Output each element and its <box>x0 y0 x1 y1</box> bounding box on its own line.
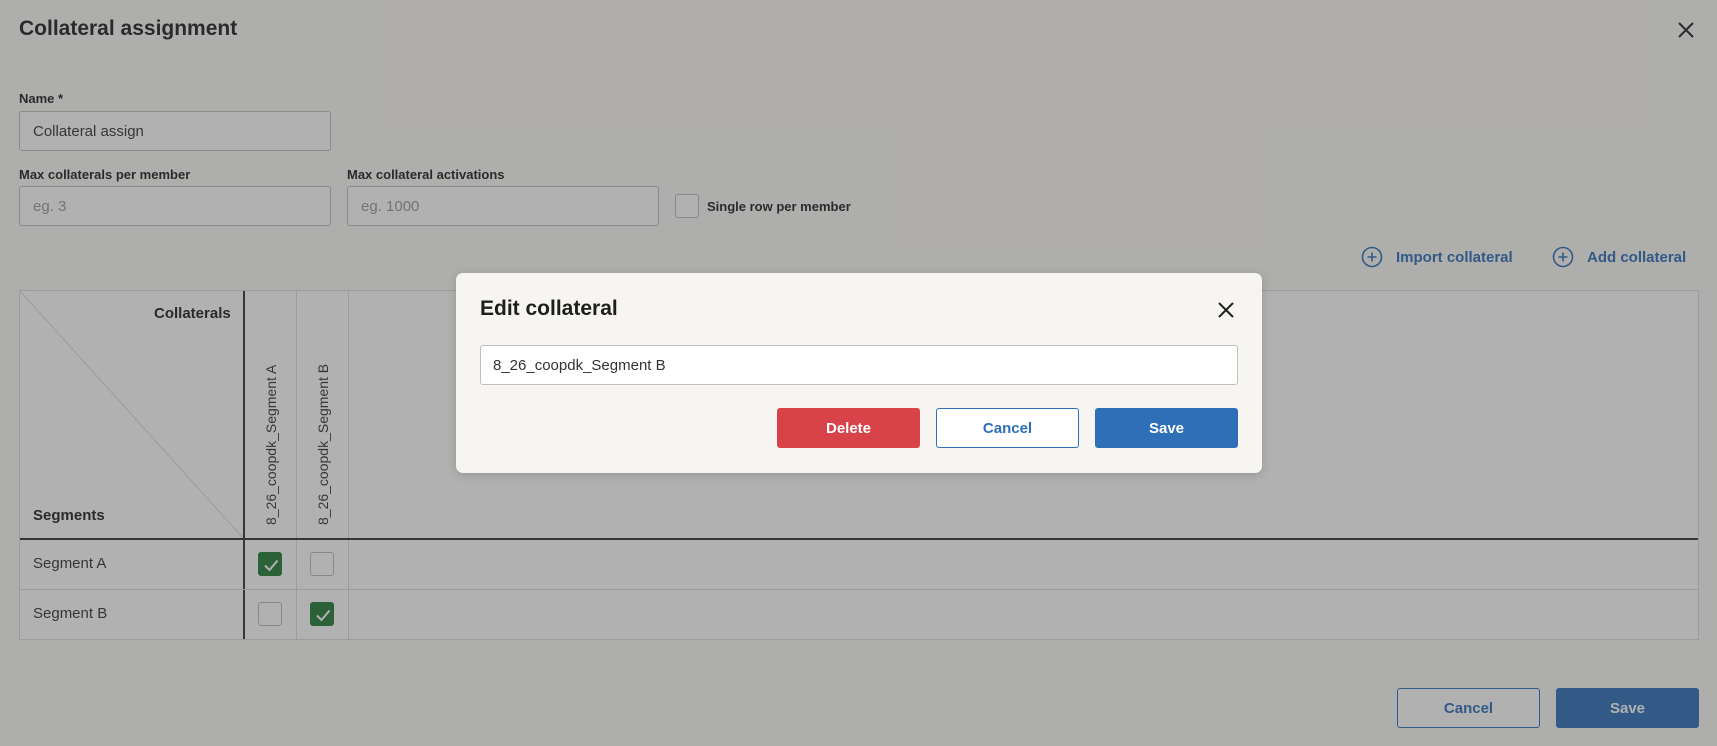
close-icon[interactable] <box>1216 300 1236 320</box>
collateral-name-input[interactable] <box>480 345 1238 385</box>
dialog-save-button[interactable]: Save <box>1095 408 1238 448</box>
dialog-title: Edit collateral <box>480 297 618 320</box>
dialog-cancel-button[interactable]: Cancel <box>936 408 1079 448</box>
edit-collateral-dialog: Edit collateral Delete Cancel Save <box>456 273 1262 473</box>
delete-button[interactable]: Delete <box>777 408 920 448</box>
